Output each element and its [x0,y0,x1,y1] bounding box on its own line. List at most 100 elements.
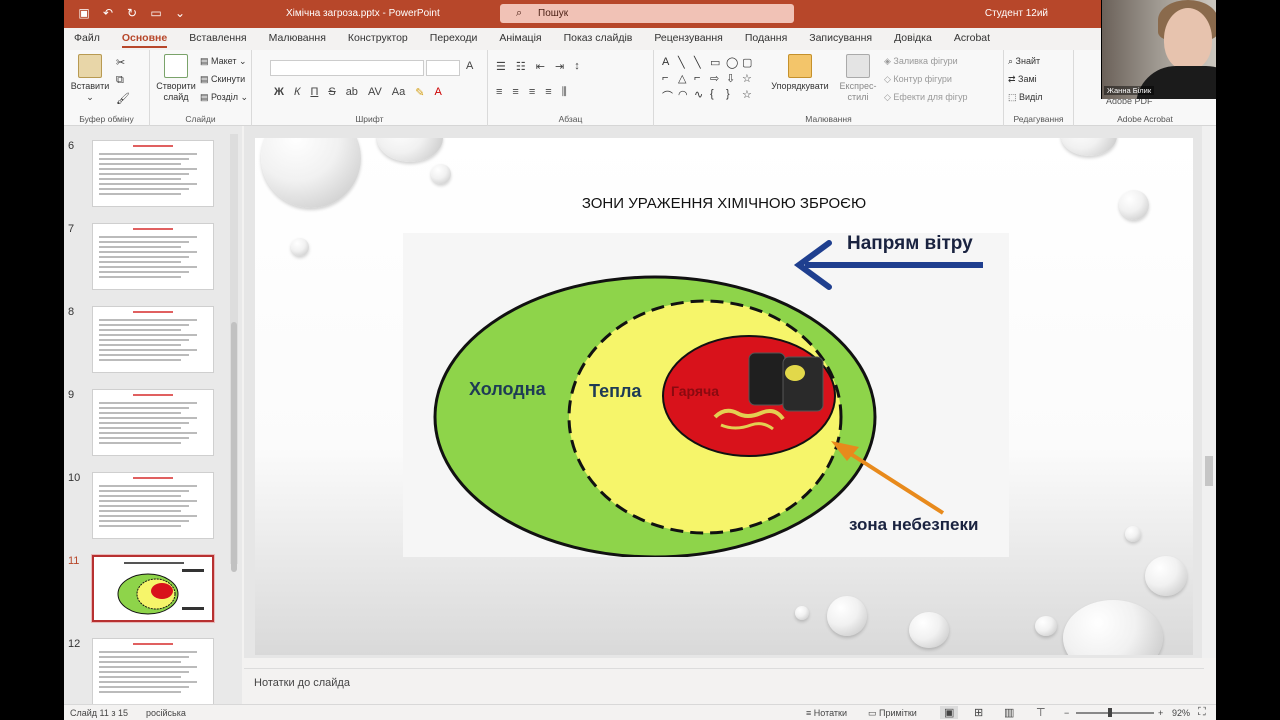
reset-button[interactable]: ▤ Скинути [200,74,245,85]
normal-view-icon[interactable]: ▣ [940,706,959,719]
customize-icon[interactable]: ⌄ [172,6,188,20]
current-slide[interactable]: ЗОНИ УРАЖЕННЯ ХІМІЧНОЮ ЗБРОЄЮ Холодна Те… [255,138,1193,655]
shape-outline-button[interactable]: ◇ Контур фігури [884,74,952,85]
notes-toggle[interactable]: ≡ Нотатки [806,708,847,718]
numbering-icon[interactable]: ☷ [516,60,526,73]
slide-thumbnail[interactable] [92,223,214,290]
justify-icon[interactable]: ≡ [545,86,551,99]
language-indicator[interactable]: російська [146,708,186,718]
tab-8[interactable]: Рецензування [654,28,722,50]
zoom-slider[interactable] [1076,712,1154,714]
decrease-indent-icon[interactable]: ⇤ [536,60,545,73]
tab-12[interactable]: Acrobat [954,28,990,50]
tab-5[interactable]: Переходи [430,28,478,50]
arc-shape-icon[interactable]: ◠ [678,88,694,104]
slide-scrollbar-thumb[interactable] [1205,456,1213,486]
slide-thumbnail[interactable] [92,140,214,207]
slide-title[interactable]: ЗОНИ УРАЖЕННЯ ХІМІЧНОЮ ЗБРОЄЮ [255,195,1193,212]
tab-7[interactable]: Показ слайдів [564,28,633,50]
italic-button[interactable]: К [294,86,300,99]
fit-slide-icon[interactable]: ⛶ [1198,706,1206,719]
cut-icon[interactable]: ✂ [116,56,125,69]
tab-9[interactable]: Подання [745,28,787,50]
format-painter-icon[interactable]: 🖌 [116,92,130,105]
brace-left-shape-icon[interactable]: { [710,88,726,104]
bold-button[interactable]: Ж [274,86,284,99]
slide-scrollbar[interactable] [1202,126,1216,658]
slide-thumbnail[interactable] [91,554,215,623]
slide-sorter-icon[interactable]: ⊞ [974,706,983,719]
columns-icon[interactable]: ⫼ [562,86,567,99]
save-icon[interactable]: ▣ [76,6,92,20]
change-case-icon[interactable]: Aa [392,86,405,99]
textbox-shape-icon[interactable]: A [662,56,678,69]
oval-shape-icon[interactable]: ◯ [726,56,742,69]
align-center-icon[interactable]: ≡ [512,86,518,99]
chemical-zones-diagram[interactable]: Холодна Тепла Гаряча Напрям вітру зона н… [403,233,1009,557]
arrow-down-shape-icon[interactable]: ⇩ [726,72,742,85]
account-name[interactable]: Студент 12ий [985,8,1048,19]
slide-thumbnail[interactable] [92,472,214,539]
line-shape-icon[interactable]: ╲ [678,56,694,69]
arrange-button[interactable]: Упорядкувати [770,54,830,92]
tab-11[interactable]: Довідка [894,28,932,50]
tab-6[interactable]: Анімація [499,28,541,50]
wave-shape-icon[interactable]: ∿ [694,88,710,104]
undo-icon[interactable]: ↶ [100,6,116,20]
arrow-right-shape-icon[interactable]: ⇨ [710,72,726,85]
increase-font-icon[interactable]: A [466,60,473,72]
zoom-level[interactable]: 92% [1172,708,1190,718]
thumbnails-scrollbar[interactable] [230,134,238,572]
font-name-input[interactable] [270,60,424,76]
rectangle-shape-icon[interactable]: ▭ [710,56,726,69]
select-button[interactable]: ⬚ Виділ [1008,92,1043,103]
increase-indent-icon[interactable]: ⇥ [555,60,564,73]
scrollbar-thumb[interactable] [231,322,237,572]
highlight-icon[interactable]: ✎ [415,86,424,99]
align-left-icon[interactable]: ≡ [496,86,502,99]
tab-2[interactable]: Вставлення [189,28,246,50]
triangle-shape-icon[interactable]: △ [678,72,694,85]
zoom-slider-thumb[interactable] [1108,708,1112,717]
redo-icon[interactable]: ↻ [124,6,140,20]
align-right-icon[interactable]: ≡ [529,86,535,99]
shadow-icon[interactable]: ab [346,86,358,99]
spacing-icon[interactable]: AV [368,86,382,99]
new-slide-button[interactable]: Створити слайд [154,54,198,103]
shapes-gallery[interactable]: A ╲ ╲ ▭ ◯ ▢ ⌐ △ ⌐ ⇨ ⇩ ☆ ⌒ ◠ ∿{} ☆ [662,56,758,104]
slide-thumbnail[interactable] [92,389,214,456]
tab-0[interactable]: Файл [74,28,100,50]
elbow-shape-icon[interactable]: ⌐ [662,72,678,85]
layout-button[interactable]: ▤ Макет ⌄ [200,56,247,67]
shape-fill-button[interactable]: ◈ Заливка фігури [884,56,958,67]
connector-shape-icon[interactable]: ⌐ [694,72,710,85]
reading-view-icon[interactable]: ▥ [1004,706,1014,719]
underline-button[interactable]: П [310,86,318,99]
paste-button[interactable]: Вставити ⌄ [70,54,110,103]
star-shape-2-icon[interactable]: ☆ [742,88,758,104]
font-size-input[interactable] [426,60,460,76]
tab-4[interactable]: Конструктор [348,28,408,50]
section-button[interactable]: ▤ Розділ ⌄ [200,92,248,103]
star-shape-icon[interactable]: ☆ [742,72,758,85]
replace-button[interactable]: ⇄ Замі [1008,74,1037,85]
notes-pane[interactable]: Нотатки до слайда [244,668,1204,696]
line-spacing-icon[interactable]: ↕ [574,60,580,73]
find-button[interactable]: ⌕ Знайт [1008,56,1040,67]
quick-styles-button[interactable]: Експрес-стилі [836,54,880,103]
shape-effects-button[interactable]: ◇ Ефекти для фігур [884,92,968,103]
zoom-in-icon[interactable]: + [1158,708,1163,718]
slide-thumbnail[interactable] [92,306,214,373]
font-color-icon[interactable]: A [434,86,441,99]
zoom-out-icon[interactable]: − [1064,708,1069,718]
copy-icon[interactable]: ⧉ [116,74,124,87]
tab-10[interactable]: Записування [809,28,872,50]
curve-shape-icon[interactable]: ⌒ [662,88,678,104]
search-box[interactable]: ⌕ Пошук [500,4,794,23]
tab-3[interactable]: Малювання [269,28,326,50]
slideshow-icon[interactable]: ⊤ [1036,706,1046,719]
rounded-rect-shape-icon[interactable]: ▢ [742,56,758,69]
tab-1[interactable]: Основне [121,28,168,48]
comments-toggle[interactable]: ▭ Примітки [868,708,917,719]
slide-thumbnail[interactable] [92,638,214,704]
